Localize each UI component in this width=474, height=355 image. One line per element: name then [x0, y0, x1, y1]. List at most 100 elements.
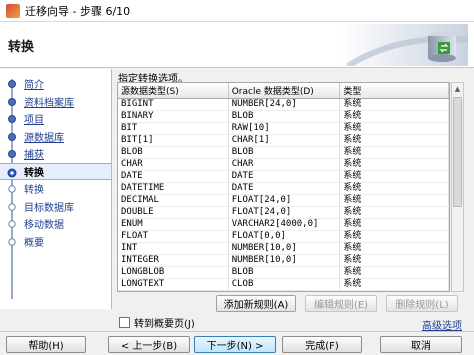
step-pending-icon [8, 185, 16, 193]
kind-cell: 系统 [339, 146, 449, 159]
nav-step-summary[interactable]: 概要 [0, 233, 111, 251]
wizard-steps-nav: 简介 资料档案库 项目 源数据库 捕获 转换 转换 目标数据库 移动数据 概要 [0, 69, 112, 309]
nav-step-label: 移动数据 [24, 220, 64, 232]
scroll-up-arrow-icon[interactable]: ▲ [452, 83, 463, 95]
nav-step-translate[interactable]: 转换 [0, 180, 111, 198]
nav-step-intro[interactable]: 简介 [0, 75, 111, 93]
column-header-kind[interactable]: 类型 [339, 83, 449, 99]
source-type-cell: CHAR [118, 158, 229, 171]
column-header-oracle-type[interactable]: Oracle 数据类型(D) [228, 83, 341, 99]
source-type-cell: DOUBLE [118, 206, 229, 219]
kind-cell: 系统 [339, 110, 449, 123]
nav-step-capture[interactable]: 捕获 [0, 145, 111, 163]
help-button[interactable]: 帮助(H) [6, 336, 86, 353]
source-type-cell: BINARY [118, 110, 229, 123]
source-type-cell: ENUM [118, 218, 229, 231]
oracle-type-cell: RAW[10] [228, 122, 341, 135]
nav-step-move-data[interactable]: 移动数据 [0, 215, 111, 233]
step-done-icon [8, 132, 16, 141]
source-type-cell: INTEGER [118, 254, 229, 267]
oracle-type-cell: CHAR[1] [228, 134, 341, 147]
kind-cell: 系统 [339, 182, 449, 195]
kind-cell: 系统 [339, 158, 449, 171]
nav-step-label: 资料档案库 [24, 97, 74, 109]
nav-step-project[interactable]: 项目 [0, 110, 111, 128]
oracle-type-cell: DATE [228, 170, 341, 183]
table-row[interactable]: DOUBLE FLOAT[24,0] 系统 [118, 206, 449, 219]
table-row[interactable]: BIT[1] CHAR[1] 系统 [118, 134, 449, 147]
delete-rule-button[interactable]: 删除规则(L) [386, 295, 458, 312]
nav-step-label: 简介 [24, 80, 44, 92]
nav-step-label: 捕获 [24, 150, 44, 162]
database-migration-graphic [338, 24, 468, 66]
source-type-cell: DECIMAL [118, 194, 229, 207]
source-type-cell: BIT[1] [118, 134, 229, 147]
table-row[interactable]: INTEGER NUMBER[10,0] 系统 [118, 254, 449, 267]
table-row[interactable]: BLOB BLOB 系统 [118, 146, 449, 159]
table-row[interactable]: BINARY BLOB 系统 [118, 110, 449, 123]
step-pending-icon [8, 220, 16, 228]
table-row[interactable]: DECIMAL FLOAT[24,0] 系统 [118, 194, 449, 207]
cancel-button[interactable]: 取消 [380, 336, 462, 353]
window-title: 迁移向导 - 步骤 6/10 [25, 4, 131, 18]
main-panel: 指定转换选项。 源数据类型(S) Oracle 数据类型(D) 类型 BIGIN… [113, 69, 474, 332]
source-type-cell: DATE [118, 170, 229, 183]
oracle-type-cell: NUMBER[10,0] [228, 242, 341, 255]
nav-step-label: 目标数据库 [24, 202, 74, 214]
table-vertical-scrollbar[interactable]: ▲ [451, 82, 464, 292]
table-row[interactable]: ENUM VARCHAR2[4000,0] 系统 [118, 218, 449, 231]
footer-divider [0, 331, 474, 332]
oracle-type-cell: CHAR [228, 158, 341, 171]
add-rule-button[interactable]: 添加新规则(A) [216, 295, 296, 312]
kind-cell: 系统 [339, 122, 449, 135]
scrollbar-thumb[interactable] [453, 97, 462, 207]
kind-cell: 系统 [339, 266, 449, 279]
column-header-source-type[interactable]: 源数据类型(S) [118, 83, 229, 99]
table-row[interactable]: BIGINT NUMBER[24,0] 系统 [118, 98, 449, 111]
summary-page-checkbox-label[interactable]: 转到概要页(J) [134, 315, 195, 330]
step-current-icon [7, 168, 17, 177]
nav-step-convert-current[interactable]: 转换 [0, 162, 111, 180]
nav-step-source-db[interactable]: 源数据库 [0, 128, 111, 146]
table-row[interactable]: LONGBLOB BLOB 系统 [118, 266, 449, 279]
table-row[interactable]: CHAR CHAR 系统 [118, 158, 449, 171]
nav-step-target-db[interactable]: 目标数据库 [0, 198, 111, 216]
back-button[interactable]: < 上一步(B) [108, 336, 190, 353]
source-type-cell: LONGTEXT [118, 278, 229, 291]
kind-cell: 系统 [339, 170, 449, 183]
source-type-cell: BLOB [118, 146, 229, 159]
edit-rule-button[interactable]: 编辑规则(E) [305, 295, 377, 312]
kind-cell: 系统 [339, 254, 449, 267]
oracle-type-cell: FLOAT[24,0] [228, 194, 341, 207]
nav-step-label: 项目 [24, 115, 44, 127]
table-row[interactable]: FLOAT FLOAT[0,0] 系统 [118, 230, 449, 243]
title-bar: 迁移向导 - 步骤 6/10 [0, 0, 474, 22]
source-type-cell: LONGBLOB [118, 266, 229, 279]
oracle-type-cell: FLOAT[24,0] [228, 206, 341, 219]
nav-step-repository[interactable]: 资料档案库 [0, 93, 111, 111]
summary-page-checkbox[interactable] [119, 317, 130, 328]
advanced-options-link[interactable]: 高级选项 [422, 317, 462, 332]
next-button[interactable]: 下一步(N) > [194, 336, 276, 353]
kind-cell: 系统 [339, 278, 449, 291]
table-row[interactable]: DATE DATE 系统 [118, 170, 449, 183]
nav-step-label: 概要 [24, 237, 44, 249]
oracle-type-cell: NUMBER[10,0] [228, 254, 341, 267]
nav-step-label: 转换 [24, 185, 44, 197]
finish-button[interactable]: 完成(F) [282, 336, 362, 353]
step-done-icon [8, 115, 16, 123]
table-row[interactable]: INT NUMBER[10,0] 系统 [118, 242, 449, 255]
step-pending-icon [8, 237, 16, 246]
table-row[interactable]: BIT RAW[10] 系统 [118, 122, 449, 135]
table-row[interactable]: LONGTEXT CLOB 系统 [118, 278, 449, 291]
source-type-cell: BIT [118, 122, 229, 135]
kind-cell: 系统 [339, 194, 449, 207]
summary-page-option[interactable]: 转到概要页(J) [119, 315, 195, 330]
oracle-type-cell: NUMBER[24,0] [228, 98, 341, 111]
kind-cell: 系统 [339, 218, 449, 231]
conversion-table[interactable]: 源数据类型(S) Oracle 数据类型(D) 类型 BIGINT NUMBER[… [117, 82, 450, 292]
table-row[interactable]: DATETIME DATE 系统 [118, 182, 449, 195]
oracle-type-cell: BLOB [228, 266, 341, 279]
kind-cell: 系统 [339, 206, 449, 219]
step-done-icon [8, 97, 16, 106]
